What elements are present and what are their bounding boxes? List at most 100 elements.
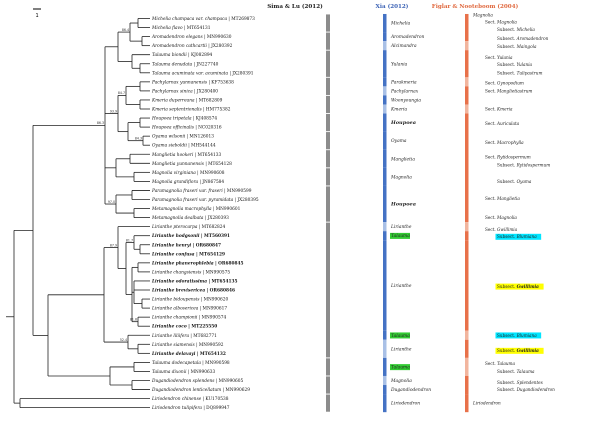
figlar-rank: Subsect. — [497, 348, 517, 353]
sima-lu-bar — [326, 186, 330, 222]
taxon-name: Manglietia yunnanensis — [151, 162, 205, 167]
xia-bar — [383, 330, 387, 340]
taxon-label: Lirianthe championii | MN990574 — [151, 316, 226, 321]
xia-genus-label: Lirianthe — [390, 284, 412, 289]
xia-genus-label: Talauma — [391, 334, 410, 339]
accession-number: | MT225550 — [187, 325, 217, 330]
accession-number: | MN126013 — [185, 135, 214, 140]
accession-number: | MN990605 — [215, 379, 244, 384]
accession-number: | JN867584 — [198, 180, 224, 185]
taxon-name: Liriodendron chinense — [151, 397, 202, 402]
xia-bar — [383, 185, 387, 223]
figlar-rank: Sect. — [485, 361, 497, 366]
figlar-taxon: Blumiana — [516, 333, 538, 338]
taxon-name: Talauma denudata — [152, 62, 193, 67]
taxon-label: Liriodendron chinense | KU170538 — [151, 397, 229, 402]
figlar-bar — [465, 86, 469, 105]
xia-genus-label: Oyama — [391, 139, 407, 144]
taxon-name: Lirianthe changsiensis — [151, 270, 202, 275]
taxon-name: Pachylarnax sinica — [151, 89, 193, 94]
xia-bar — [383, 231, 387, 241]
xia-bar — [383, 222, 387, 232]
figlar-taxon: Yulania — [497, 55, 513, 60]
figlar-taxon: Talauma — [517, 369, 535, 374]
figlar-rank: Sect. — [485, 140, 497, 145]
figlar-rank: Sect. — [485, 55, 497, 60]
accession-number: | MT560391 — [199, 234, 229, 239]
sima-lu-bar — [326, 222, 330, 358]
sima-lu-bar — [326, 95, 330, 114]
figlar-rank: Subsect. — [497, 36, 517, 41]
accession-number: | MN990620 — [199, 298, 228, 303]
taxon-name: Houpoea tripetala — [151, 117, 192, 122]
taxon-label: Talauma biondii | KJ082894 — [152, 53, 213, 58]
accession-number: | MT654133 — [193, 153, 221, 158]
figlar-taxon: Magnolia — [496, 20, 517, 25]
xia-genus-label: Lirianthe — [390, 347, 412, 352]
support-value: 93.9 — [110, 109, 117, 113]
taxon-name: Paramagnolia fraseri var. fraseri — [151, 189, 223, 194]
support-value: 86.3 — [97, 121, 104, 125]
figlar-taxon: Rytidospermum — [516, 163, 551, 168]
sima-lu-bar — [326, 168, 330, 186]
xia-genus-label: Houpoea — [390, 120, 416, 126]
accession-number: | KJ082894 — [187, 53, 213, 58]
figlar-taxon: Gynopodium — [497, 80, 524, 85]
figlar-rank-label: Sect. Gwillimia — [485, 227, 518, 232]
accession-number: | JX280393 — [203, 216, 229, 221]
figlar-taxon: Yulania — [517, 62, 533, 67]
figlar-rank-label: Subsect. Yulania — [497, 62, 533, 67]
scale-bar: 1 — [33, 8, 41, 19]
accession-number: | KJ408574 — [192, 117, 218, 122]
xia-genus-label: Manglietia — [390, 157, 415, 162]
taxon-name: Lirianthe coco — [151, 325, 187, 330]
xia-genus-label: Talauma — [391, 234, 410, 239]
xia-genus-label: Alcimandra — [390, 44, 417, 49]
figlar-rank-label: Magnolia — [472, 12, 493, 17]
figlar-bar — [465, 357, 469, 376]
accession-number: | OR680847 — [191, 243, 221, 248]
figlar-rank-label: Sect. Auriculata — [485, 121, 520, 126]
figlar-rank-label: Subsect. Michelia — [497, 27, 535, 32]
figlar-rank-label: Sect. Manglietiastrum — [485, 88, 532, 93]
accession-number: | MN990599 — [223, 189, 252, 194]
figlar-bar — [465, 77, 469, 87]
sima-lu-bar — [326, 394, 330, 412]
figlar-taxon: Magnolia — [496, 215, 517, 220]
taxon-name: Lirianthe phanerophlebia — [151, 261, 214, 266]
xia-column: Michelia Aromadendron Alcimandra Yulania Par… — [383, 13, 431, 413]
figlar-rank-label: Subsect. Splendentes — [497, 380, 543, 385]
xia-bar — [383, 86, 387, 96]
header-xia: Xia (2012) — [376, 3, 409, 10]
accession-number: | MT654135 — [207, 279, 237, 284]
taxon-name: Michelia champaca var. champaca — [151, 17, 227, 22]
xia-bar — [383, 32, 387, 42]
taxon-label: Lirianthe changsiensis | MN990575 — [151, 270, 230, 275]
taxon-name: Lirianthe brevisericea — [151, 289, 205, 294]
taxon-label: Lirianthe siamensis | MN990592 — [151, 343, 224, 348]
figlar-rank: Sect. — [485, 196, 497, 201]
xia-bar — [383, 77, 387, 87]
taxon-label: Manglietia hookeri | MT654133 — [151, 153, 221, 158]
taxon-name: Aromadendron elegans — [151, 35, 204, 40]
taxon-label: Lirianthe coco | MT225550 — [151, 325, 217, 330]
taxon-name: Manglietia hookeri — [151, 153, 194, 158]
figlar-taxon: Gwillimia — [517, 284, 540, 289]
figlar-taxon: Tulipastrum — [517, 70, 543, 75]
figlar-taxon: Gwillimia — [497, 227, 518, 232]
xia-genus-label: Talauma — [391, 365, 410, 370]
xia-bar — [383, 394, 387, 413]
figlar-taxon: Maingola — [516, 44, 537, 49]
xia-genus-label: Michelia — [390, 22, 411, 27]
taxon-label: Lirianthe henryi | OR680847 — [151, 243, 221, 248]
accession-number: | MT682771 — [189, 334, 217, 339]
figlar-rank-label: Subsect. Gwillimia — [497, 348, 539, 353]
figlar-rank-label: Subsect. Aromadendron — [497, 36, 549, 41]
figlar-rank-label: Liriodendron — [472, 401, 501, 406]
taxon-label: Liriodendron tulipifera | DQ899947 — [151, 406, 230, 411]
accession-number: | MN990575 — [201, 270, 230, 275]
figlar-rank: Subsect. — [497, 284, 517, 289]
figlar-rank-label: Sect. Macrophylla — [485, 140, 524, 145]
taxon-label: Lirianthe hodgsonii | MT560391 — [151, 234, 230, 239]
taxon-label: Lirianthe liliifera | MT682771 — [151, 334, 217, 339]
